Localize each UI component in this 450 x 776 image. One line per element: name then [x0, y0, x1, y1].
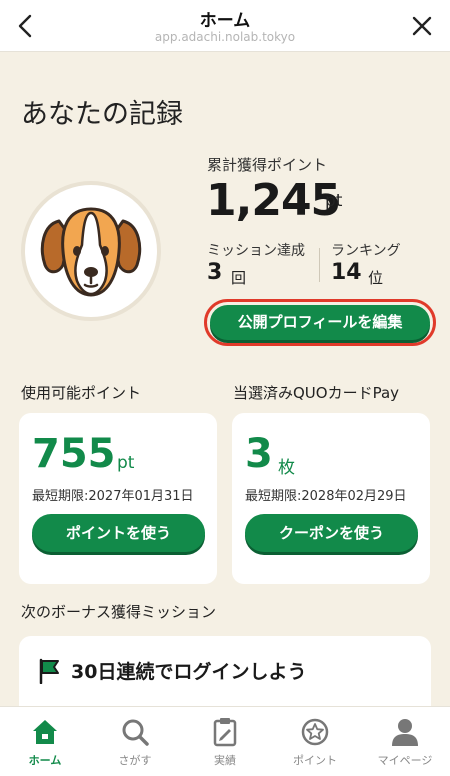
tab-search[interactable]: さがす	[90, 707, 180, 776]
profile-button-highlight: 公開プロフィールを編集	[204, 299, 436, 346]
use-coupon-button[interactable]: クーポンを使う	[245, 514, 418, 552]
total-points-unit: pt	[325, 191, 343, 211]
tab-points[interactable]: ポイント	[270, 707, 360, 776]
tab-mypage[interactable]: マイページ	[360, 707, 450, 776]
quo-card-card: 3 枚 最短期限:2028年02月29日 クーポンを使う	[232, 413, 430, 584]
page-header-title: ホーム	[199, 11, 251, 31]
tab-search-label: さがす	[118, 754, 152, 767]
dog-avatar-icon	[40, 207, 142, 297]
mission-count-label: ミッション達成	[207, 243, 305, 259]
search-icon	[122, 719, 149, 746]
usable-points-label: 使用可能ポイント	[21, 384, 142, 402]
tab-home[interactable]: ホーム	[0, 707, 90, 776]
ranking-label: ランキング	[331, 243, 401, 259]
tab-home-label: ホーム	[28, 754, 62, 767]
home-icon	[33, 720, 57, 744]
page-title: あなたの記録	[21, 99, 183, 130]
top-bar: ホーム app.adachi.nolab.tokyo	[0, 0, 450, 52]
close-icon[interactable]	[406, 10, 438, 42]
avatar	[21, 181, 161, 321]
tab-mypage-label: マイページ	[377, 754, 433, 767]
use-points-button[interactable]: ポイントを使う	[32, 514, 205, 552]
tab-points-label: ポイント	[293, 754, 337, 767]
stats-divider	[319, 248, 320, 282]
quo-card-unit: 枚	[278, 458, 295, 478]
tab-achievements[interactable]: 実績	[180, 707, 270, 776]
usable-points-card: 755 pt 最短期限:2027年01月31日 ポイントを使う	[19, 413, 217, 584]
clipboard-icon	[213, 718, 237, 747]
total-points-value: 1,245	[206, 175, 341, 226]
usable-points-value: 755	[32, 431, 116, 477]
mission-count-value: 3	[207, 260, 223, 285]
edit-profile-button[interactable]: 公開プロフィールを編集	[210, 305, 430, 340]
total-points-label: 累計獲得ポイント	[207, 156, 328, 174]
flag-icon	[39, 658, 59, 684]
quo-card-value: 3	[245, 431, 273, 477]
quo-card-expire: 最短期限:2028年02月29日	[245, 489, 407, 504]
bonus-mission-label: 次のボーナス獲得ミッション	[21, 603, 217, 621]
star-coin-icon	[301, 718, 329, 746]
usable-points-expire: 最短期限:2027年01月31日	[32, 489, 194, 504]
usable-points-unit: pt	[117, 453, 135, 473]
mission-count-unit: 回	[231, 269, 247, 287]
person-icon	[392, 719, 418, 746]
bonus-mission-text: 30日連続でログインしよう	[71, 661, 307, 683]
quo-card-label: 当選済みQUOカードPay	[233, 384, 400, 402]
page-url: app.adachi.nolab.tokyo	[154, 30, 296, 44]
bonus-mission-card[interactable]: 30日連続でログインしよう	[19, 636, 431, 706]
ranking-value: 14	[331, 260, 362, 285]
ranking-unit: 位	[368, 269, 384, 287]
bottom-tab-bar: ホーム さがす 実績 ポイント マイページ	[0, 706, 450, 776]
tab-achievements-label: 実績	[214, 754, 236, 767]
